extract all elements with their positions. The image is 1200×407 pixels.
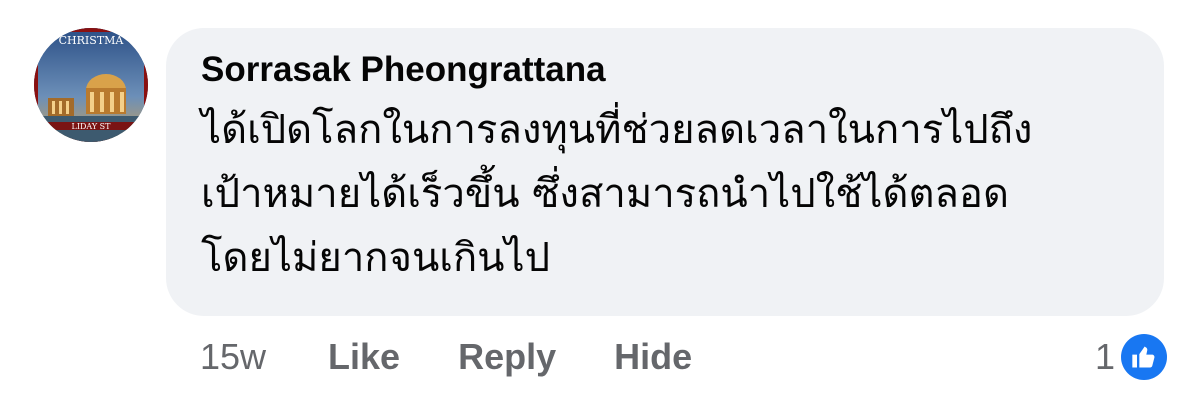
- avatar-image: CHRISTMA LIDAY ST: [34, 28, 148, 142]
- like-button[interactable]: Like: [328, 336, 400, 378]
- avatar-caption-top: CHRISTMA: [59, 34, 125, 47]
- reaction-summary[interactable]: 1: [1095, 333, 1167, 381]
- comment: CHRISTMA LIDAY ST Sorrasak Pheongrattana…: [0, 0, 1200, 407]
- avatar-caption-bottom: LIDAY ST: [72, 122, 112, 131]
- comment-timestamp[interactable]: 15w: [200, 336, 266, 378]
- thumbs-up-icon: [1121, 334, 1167, 380]
- comment-text-line: ได้เปิดโลกในการลงทุนที่ช่วยลดเวลาในการไป…: [201, 107, 1033, 153]
- comment-bubble: Sorrasak Pheongrattana ได้เปิดโลกในการลง…: [166, 28, 1164, 316]
- comment-actions: 15w Like Reply Hide: [200, 333, 692, 381]
- comment-text-line: เป้าหมายได้เร็วขึ้น ซึ่งสามารถนำไปใช้ได้…: [201, 171, 1009, 217]
- hide-button[interactable]: Hide: [614, 336, 692, 378]
- comment-author[interactable]: Sorrasak Pheongrattana: [201, 50, 1134, 90]
- avatar[interactable]: CHRISTMA LIDAY ST: [34, 28, 148, 142]
- comment-text: ได้เปิดโลกในการลงทุนที่ช่วยลดเวลาในการไป…: [201, 98, 1134, 290]
- reaction-count: 1: [1094, 336, 1115, 377]
- reply-button[interactable]: Reply: [458, 336, 556, 378]
- comment-text-line: โดยไม่ยากจนเกินไป: [201, 235, 551, 281]
